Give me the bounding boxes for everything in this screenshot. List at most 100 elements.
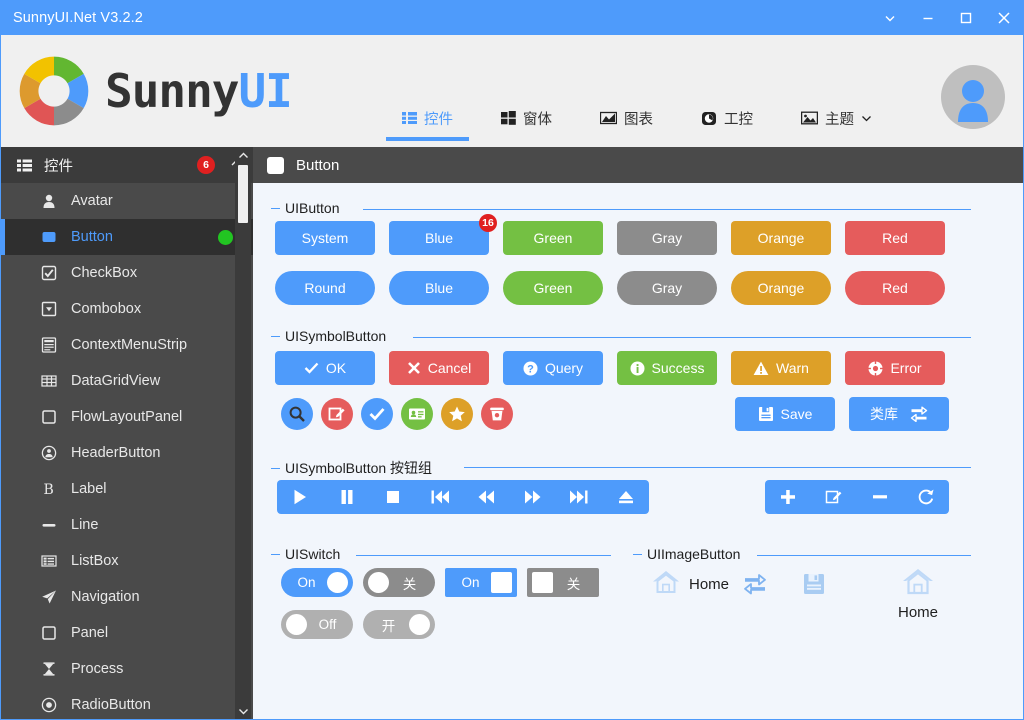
uibutton-round-green[interactable]: Green — [503, 271, 603, 305]
sidebar-item-flowlayoutpanel[interactable]: FlowLayoutPanel — [1, 399, 253, 435]
rewind-icon[interactable] — [463, 480, 510, 514]
uibutton-round-gray[interactable]: Gray — [617, 271, 717, 305]
next-track-icon[interactable] — [556, 480, 603, 514]
content-pane: Button UIButton System Blue 16 Green Gra… — [253, 147, 1023, 719]
scroll-down-icon[interactable] — [238, 703, 249, 719]
sidebar-scrollbar[interactable] — [235, 147, 251, 719]
eject-icon[interactable] — [603, 480, 650, 514]
media-button-group[interactable] — [277, 480, 649, 514]
nav-tab-gongkong[interactable]: 工控 — [685, 95, 769, 141]
chart-icon — [600, 111, 617, 125]
symbolbutton-save[interactable]: Save — [735, 397, 835, 431]
circle-button-star[interactable] — [441, 398, 473, 430]
chevron-down-icon[interactable] — [871, 1, 909, 35]
button-label: Orange — [757, 230, 805, 246]
sidebar-item-panel[interactable]: Panel — [1, 615, 253, 651]
uibutton-round-blue[interactable]: Blue — [389, 271, 489, 305]
symbolbutton-warn[interactable]: Warn — [731, 351, 831, 385]
play-icon[interactable] — [277, 480, 324, 514]
symbolbutton-ok[interactable]: OK — [275, 351, 375, 385]
uibutton-blue[interactable]: Blue 16 — [389, 214, 497, 255]
image-icon — [801, 111, 818, 125]
uibutton-orange[interactable]: Orange — [731, 221, 831, 255]
maximize-icon[interactable] — [947, 1, 985, 35]
minus-icon[interactable] — [857, 480, 903, 514]
nav-tab-tubiao[interactable]: 图表 — [584, 95, 669, 141]
sidebar-item-radiobutton[interactable]: RadioButton — [1, 687, 253, 719]
imagebutton-home-horizontal[interactable]: Home — [651, 568, 729, 600]
uibutton-round[interactable]: Round — [275, 271, 375, 305]
brand-logo: SunnyUI — [15, 52, 293, 130]
switch-label: 开 — [381, 618, 396, 634]
refresh-icon[interactable] — [903, 480, 949, 514]
nav-tab-label: 窗体 — [523, 111, 552, 128]
uibutton-round-red[interactable]: Red — [845, 271, 945, 305]
symbolbutton-cancel[interactable]: Cancel — [389, 351, 489, 385]
switch-off-round[interactable]: Off — [281, 610, 353, 639]
scroll-up-icon[interactable] — [238, 147, 249, 163]
symbolbutton-leiku[interactable]: 类库 — [849, 397, 949, 431]
sidebar-item-contextmenustrip[interactable]: ContextMenuStrip — [1, 327, 253, 363]
uibutton-round-orange[interactable]: Orange — [731, 271, 831, 305]
uibutton-red[interactable]: Red — [845, 221, 945, 255]
nav-tab-zhuti[interactable]: 主题 — [785, 95, 889, 141]
scrollbar-thumb[interactable] — [238, 165, 248, 223]
imagebutton-home-vertical[interactable]: Home — [898, 566, 938, 621]
sidebar-item-avatar[interactable]: Avatar — [1, 183, 253, 219]
sidebar-item-navigation[interactable]: Navigation — [1, 579, 253, 615]
uibutton-system[interactable]: System — [275, 221, 375, 255]
switch-on-square[interactable]: On — [445, 568, 517, 597]
symbolbutton-success[interactable]: Success — [617, 351, 717, 385]
pause-icon[interactable] — [324, 480, 371, 514]
sidebar-item-label[interactable]: B Label — [1, 471, 253, 507]
imagebutton-save[interactable] — [803, 573, 825, 599]
circle-button-search[interactable] — [281, 398, 313, 430]
uibutton-gray[interactable]: Gray — [617, 221, 717, 255]
user-avatar[interactable] — [941, 65, 1005, 129]
close-icon[interactable] — [985, 1, 1023, 35]
switch-on-round-cn[interactable]: 开 — [363, 610, 435, 639]
switch-off-round-cn[interactable]: 关 — [363, 568, 435, 597]
plus-icon[interactable] — [765, 480, 811, 514]
switch-label: 关 — [402, 576, 417, 592]
circle-button-idcard[interactable] — [401, 398, 433, 430]
sidebar-header[interactable]: 控件 6 — [1, 147, 253, 183]
symbolbutton-error[interactable]: Error — [845, 351, 945, 385]
sidebar-item-checkbox[interactable]: CheckBox — [1, 255, 253, 291]
nav-tab-kongjian[interactable]: 控件 — [386, 95, 469, 141]
headerbutton-icon — [39, 445, 59, 461]
sidebar-item-process[interactable]: Process — [1, 651, 253, 687]
group-rule — [464, 467, 971, 468]
switch-on-round[interactable]: On — [281, 568, 353, 597]
chevron-down-icon[interactable] — [860, 112, 873, 125]
switch-label: 关 — [566, 576, 581, 592]
sidebar-item-label: ContextMenuStrip — [71, 337, 188, 353]
uibutton-green[interactable]: Green — [503, 221, 603, 255]
scrollbar-track[interactable] — [235, 163, 251, 703]
sidebar-item-datagridview[interactable]: DataGridView — [1, 363, 253, 399]
prev-track-icon[interactable] — [417, 480, 464, 514]
sidebar-item-label: Process — [71, 661, 124, 677]
switch-off-square-cn[interactable]: 关 — [527, 568, 599, 597]
nav-tab-chuangti[interactable]: 窗体 — [485, 95, 568, 141]
listbox-icon — [39, 553, 59, 569]
edit-button-group[interactable] — [765, 480, 949, 514]
minimize-icon[interactable] — [909, 1, 947, 35]
content-header: Button — [253, 147, 1023, 183]
symbolbutton-query[interactable]: ? Query — [503, 351, 603, 385]
circle-button-trash[interactable] — [481, 398, 513, 430]
sidebar-item-headerbutton[interactable]: HeaderButton — [1, 435, 253, 471]
sidebar-item-line[interactable]: Line — [1, 507, 253, 543]
group-title: UISymbolButton — [271, 328, 386, 344]
sidebar-item-button[interactable]: Button — [1, 219, 253, 255]
button-label: Round — [304, 280, 346, 296]
group-label: UIButton — [285, 200, 340, 216]
sidebar-item-combobox[interactable]: Combobox — [1, 291, 253, 327]
circle-button-edit[interactable] — [321, 398, 353, 430]
imagebutton-swap[interactable] — [743, 573, 767, 599]
circle-button-check[interactable] — [361, 398, 393, 430]
sidebar-item-listbox[interactable]: ListBox — [1, 543, 253, 579]
fast-forward-icon[interactable] — [510, 480, 557, 514]
edit-icon[interactable] — [811, 480, 857, 514]
stop-icon[interactable] — [370, 480, 417, 514]
